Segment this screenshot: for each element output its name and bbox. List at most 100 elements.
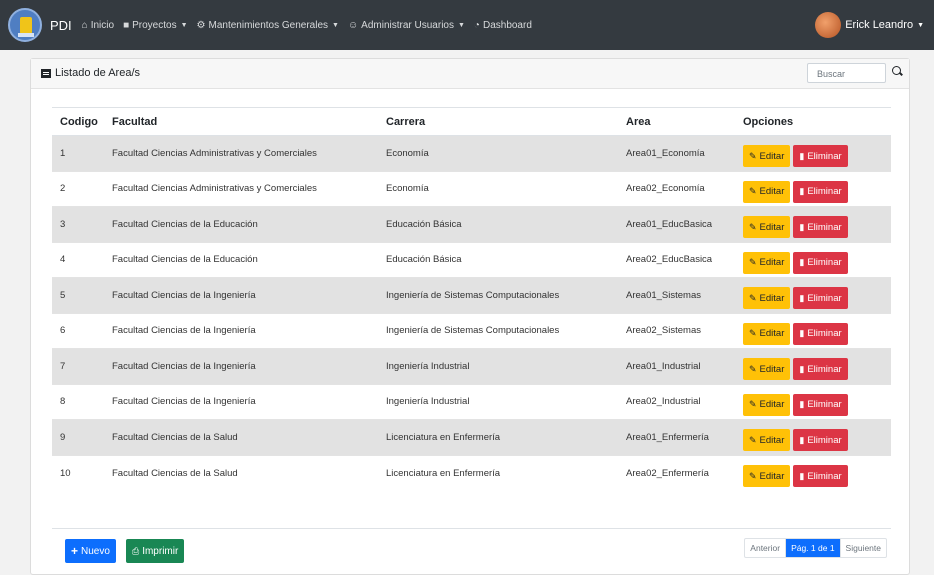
- nav-item-label: Administrar Usuarios: [361, 19, 454, 31]
- trash-icon: ▮: [799, 221, 805, 232]
- edit-button[interactable]: ✎ Editar: [743, 393, 791, 416]
- edit-button[interactable]: ✎ Editar: [743, 180, 791, 203]
- delete-button[interactable]: ▮ Eliminar: [793, 393, 848, 416]
- column-header: Facultad: [104, 107, 378, 136]
- user-menu[interactable]: Erick Leandro ▼: [815, 12, 924, 38]
- delete-button-label: Eliminar: [807, 186, 842, 198]
- pagination-prev[interactable]: Anterior: [745, 539, 785, 557]
- search-input[interactable]: Buscar: [807, 63, 886, 83]
- edit-icon: ✎: [749, 470, 757, 481]
- table-cell: Ingeniería de Sistemas Computacionales: [378, 277, 618, 313]
- table-cell: Facultad Ciencias Administrativas y Come…: [104, 170, 378, 207]
- delete-button-label: Eliminar: [807, 363, 842, 375]
- nav-item-dashboard[interactable]: ◔ Dashboard: [474, 20, 532, 31]
- table-row: 6 Facultad Ciencias de la Ingeniería Ingen…: [52, 312, 891, 349]
- pagination-next[interactable]: Siguiente: [839, 539, 886, 557]
- trash-icon: ▮: [799, 257, 805, 268]
- delete-button[interactable]: ▮ Eliminar: [793, 465, 848, 487]
- edit-button[interactable]: ✎ Editar: [743, 251, 791, 274]
- search-icon[interactable]: [892, 66, 901, 75]
- delete-button-label: Eliminar: [807, 399, 842, 411]
- brand-logo[interactable]: [8, 8, 42, 42]
- edit-icon: ✎: [749, 292, 757, 303]
- folder-icon: ■: [123, 19, 130, 31]
- edit-button[interactable]: ✎ Editar: [743, 216, 791, 239]
- delete-button[interactable]: ▮ Eliminar: [793, 358, 848, 381]
- table-row: 10 Facultad Ciencias de la Salud Licenciat…: [52, 454, 891, 491]
- edit-button-label: Editar: [759, 434, 785, 446]
- edit-button[interactable]: ✎ Editar: [743, 322, 791, 345]
- edit-button-label: Editar: [759, 328, 785, 340]
- column-header: Opciones: [735, 107, 891, 136]
- chevron-down-icon: ▼: [457, 21, 465, 29]
- print-button[interactable]: ⎙ Imprimir: [126, 539, 185, 563]
- table-row: 9 Facultad Ciencias de la Salud Licenciatu…: [52, 419, 891, 455]
- home-icon: ⌂: [81, 19, 88, 31]
- chevron-down-icon: ▼: [917, 21, 924, 29]
- page-title: Listado de Area/s: [41, 67, 140, 79]
- trash-icon: ▮: [799, 328, 805, 339]
- table-cell: Ingeniería Industrial: [378, 383, 618, 420]
- brand-name[interactable]: PDI: [50, 18, 72, 33]
- table-row: 1 Facultad Ciencias Administrativas y Com…: [52, 135, 891, 171]
- trash-icon: ▮: [799, 363, 805, 374]
- options-cell: ✎ Editar ▮ Eliminar: [735, 241, 891, 278]
- nav-item-proyectos[interactable]: ■ Proyectos ▼: [123, 20, 187, 31]
- table-cell: Area02_Industrial: [618, 383, 735, 420]
- options-cell: ✎ Editar ▮ Eliminar: [735, 419, 891, 455]
- list-icon: [41, 68, 51, 78]
- pagination: Anterior Pág. 1 de 1 Siguiente: [744, 538, 887, 558]
- table-cell: Facultad Ciencias de la Ingeniería: [104, 277, 378, 313]
- trash-icon: ▮: [799, 186, 805, 197]
- new-button[interactable]: + Nuevo: [65, 539, 116, 563]
- nav-item-label: Dashboard: [482, 19, 532, 31]
- delete-button[interactable]: ▮ Eliminar: [793, 216, 848, 239]
- nav-item-administrar-usuarios[interactable]: ☺ Administrar Usuarios ▼: [348, 20, 465, 31]
- chevron-down-icon: ▼: [332, 21, 339, 29]
- table-cell: Facultad Ciencias Administrativas y Come…: [104, 135, 378, 171]
- table-cell: Area01_EducBasica: [618, 206, 735, 242]
- cogs-icon: ⚙: [196, 19, 206, 31]
- edit-button-label: Editar: [759, 399, 785, 411]
- edit-icon: ✎: [749, 257, 757, 268]
- edit-button[interactable]: ✎ Editar: [743, 465, 791, 487]
- options-cell: ✎ Editar ▮ Eliminar: [735, 454, 891, 491]
- pagination-current[interactable]: Pág. 1 de 1: [785, 539, 840, 557]
- table-row: 3 Facultad Ciencias de la Educación Educac…: [52, 206, 891, 242]
- edit-button[interactable]: ✎ Editar: [743, 429, 791, 452]
- trash-icon: ▮: [799, 399, 805, 410]
- table-cell: Facultad Ciencias de la Salud: [104, 419, 378, 455]
- trash-icon: ▮: [799, 150, 805, 161]
- table-cell: Facultad Ciencias de la Educación: [104, 241, 378, 278]
- edit-button[interactable]: ✎ Editar: [743, 287, 791, 310]
- delete-button[interactable]: ▮ Eliminar: [793, 429, 848, 452]
- delete-button[interactable]: ▮ Eliminar: [793, 180, 848, 203]
- trash-icon: ▮: [799, 470, 805, 481]
- table-cell: Area01_Economía: [618, 135, 735, 171]
- page-title-text: Listado de Area/s: [55, 67, 141, 79]
- delete-button[interactable]: ▮ Eliminar: [793, 322, 848, 345]
- table-cell: Area01_Industrial: [618, 348, 735, 384]
- options-cell: ✎ Editar ▮ Eliminar: [735, 383, 891, 420]
- table-cell: Educación Básica: [378, 206, 618, 242]
- table-cell: Area02_Economía: [618, 170, 735, 207]
- table-cell: 2: [52, 170, 104, 207]
- edit-button-label: Editar: [759, 257, 785, 269]
- delete-button[interactable]: ▮ Eliminar: [793, 145, 848, 168]
- options-cell: ✎ Editar ▮ Eliminar: [735, 170, 891, 207]
- column-header: Carrera: [378, 107, 618, 136]
- table-cell: Economía: [378, 170, 618, 207]
- table-cell: Facultad Ciencias de la Ingeniería: [104, 312, 378, 349]
- delete-button[interactable]: ▮ Eliminar: [793, 251, 848, 274]
- nav-item-inicio[interactable]: ⌂ Inicio: [82, 20, 114, 31]
- options-cell: ✎ Editar ▮ Eliminar: [735, 277, 891, 313]
- nav-item-mantenimientos-generales[interactable]: ⚙ Mantenimientos Generales ▼: [197, 20, 339, 31]
- column-header: Codigo: [52, 107, 104, 136]
- edit-button[interactable]: ✎ Editar: [743, 358, 791, 381]
- table-row: 7 Facultad Ciencias de la Ingeniería Ingen…: [52, 348, 891, 384]
- delete-button[interactable]: ▮ Eliminar: [793, 287, 848, 310]
- edit-button-label: Editar: [759, 470, 785, 482]
- table-row: 5 Facultad Ciencias de la Ingeniería Ingen…: [52, 277, 891, 313]
- table-cell: Area01_Enfermería: [618, 419, 735, 455]
- edit-button[interactable]: ✎ Editar: [743, 145, 791, 168]
